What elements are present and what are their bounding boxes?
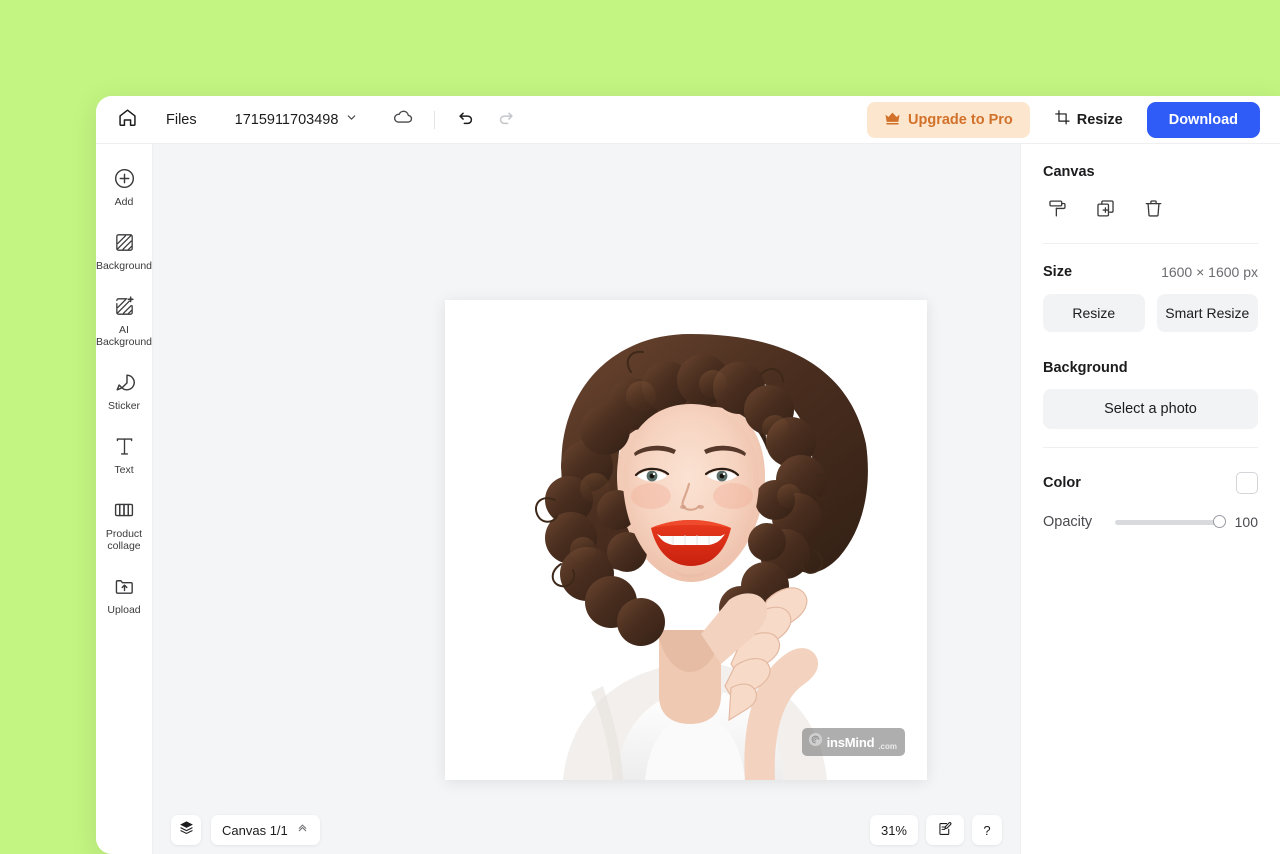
upgrade-to-pro-button[interactable]: Upgrade to Pro: [867, 101, 1030, 138]
insmind-watermark: insMind .com: [801, 728, 905, 756]
fill-tool-button[interactable]: [1043, 197, 1071, 225]
help-button[interactable]: ?: [972, 815, 1002, 845]
document-title: 1715911703498: [234, 111, 339, 128]
size-value: 1600 × 1600 px: [1161, 264, 1258, 280]
opacity-slider-handle[interactable]: [1213, 515, 1226, 528]
hatch-sparkle-icon: [113, 293, 136, 319]
watermark-suffix: .com: [878, 741, 897, 751]
home-icon: [117, 107, 138, 133]
opacity-value: 100: [1234, 514, 1258, 530]
duplicate-tool-button[interactable]: [1091, 197, 1119, 225]
plus-circle-icon: [113, 165, 136, 191]
trash-bin-icon: [1143, 198, 1164, 224]
files-menu[interactable]: Files: [166, 112, 197, 128]
top-toolbar-actions: Upgrade to Pro Resize Download: [867, 101, 1280, 138]
hatch-square-icon: [113, 229, 136, 255]
undo-button[interactable]: [449, 103, 483, 137]
upload-folder-icon: [113, 573, 136, 599]
cloud-save-icon: [392, 106, 414, 133]
sidebar-label-add: Add: [114, 196, 134, 208]
sidebar-label-text: Text: [114, 464, 134, 476]
chevron-down-icon: [345, 111, 358, 129]
sidebar-label-sticker: Sticker: [107, 400, 141, 412]
sidebar-label-ai-background: AI Background: [96, 324, 153, 348]
resize-button-label: Resize: [1076, 111, 1123, 128]
collage-panels-icon: [112, 497, 136, 523]
resize-button[interactable]: Resize: [1044, 101, 1133, 138]
undo-arrow-icon: [456, 107, 476, 132]
cloud-save-button[interactable]: [386, 103, 420, 137]
sidebar-item-ai-background[interactable]: AI Background: [96, 286, 152, 354]
redo-button[interactable]: [489, 103, 523, 137]
download-button[interactable]: Download: [1146, 101, 1260, 138]
sidebar-item-text[interactable]: Text: [96, 426, 152, 482]
duplicate-plus-icon: [1095, 198, 1116, 224]
color-row: Color: [1043, 472, 1258, 494]
crop-frame-icon: [1054, 109, 1071, 130]
home-button[interactable]: [110, 103, 144, 137]
canvas-properties-panel: Canvas Size 1600 × 1600 px Resize Smart …: [1020, 144, 1280, 854]
canvas-work-area[interactable]: insMind .com: [153, 144, 1020, 854]
insmind-spiral-logo-icon: [808, 732, 823, 752]
sidebar-label-product-collage: Product collage: [105, 528, 143, 552]
sticker-peel-icon: [113, 369, 136, 395]
color-label: Color: [1043, 475, 1081, 491]
toolbar-divider: [434, 110, 436, 129]
sidebar-label-background: Background: [96, 260, 153, 272]
opacity-label: Opacity: [1043, 514, 1093, 530]
layers-stack-icon: [178, 819, 195, 841]
color-swatch[interactable]: [1236, 472, 1258, 494]
sidebar-item-sticker[interactable]: Sticker: [96, 362, 152, 418]
left-tool-sidebar: Add Background AI Background Sticker Tex…: [96, 144, 153, 854]
sidebar-item-product-collage[interactable]: Product collage: [96, 490, 152, 558]
opacity-slider[interactable]: [1115, 515, 1226, 528]
text-t-icon: [113, 433, 136, 459]
panel-resize-button[interactable]: Resize: [1043, 294, 1145, 332]
zoom-level-button[interactable]: 31%: [869, 815, 918, 845]
opacity-row: Opacity 100: [1043, 514, 1258, 530]
app-window: Files 1715911703498 Upgrade to Pro Resiz…: [96, 96, 1280, 854]
resize-buttons-row: Resize Smart Resize: [1043, 294, 1258, 332]
select-a-photo-button[interactable]: Select a photo: [1043, 389, 1258, 429]
watermark-text: insMind: [826, 734, 875, 750]
background-section-label: Background: [1043, 360, 1128, 376]
feedback-note-icon: [937, 821, 953, 840]
document-title-dropdown[interactable]: 1715911703498: [235, 111, 359, 129]
sidebar-item-upload[interactable]: Upload: [96, 566, 152, 622]
canvas-tool-row: [1043, 197, 1258, 225]
canvas-image-portrait[interactable]: [445, 300, 927, 780]
smart-resize-button[interactable]: Smart Resize: [1156, 294, 1258, 332]
panel-title: Canvas: [1043, 164, 1095, 180]
redo-arrow-icon: [496, 107, 516, 132]
panel-divider-background: [1043, 447, 1258, 448]
canvas-sheet[interactable]: insMind .com: [445, 300, 927, 780]
layers-button[interactable]: [171, 815, 201, 845]
bottom-status-bar: Canvas 1/1 31% ?: [153, 806, 1020, 854]
canvas-pager[interactable]: Canvas 1/1: [211, 815, 320, 845]
feedback-button[interactable]: [926, 815, 964, 845]
bottom-bar-actions: 31% ?: [869, 815, 1002, 845]
canvas-size-row: Size 1600 × 1600 px: [1043, 264, 1258, 280]
upgrade-to-pro-label: Upgrade to Pro: [908, 111, 1013, 128]
sidebar-label-upload: Upload: [107, 604, 141, 616]
chevron-up-double-icon: [296, 821, 309, 839]
sidebar-item-background[interactable]: Background: [96, 222, 152, 278]
top-toolbar: Files 1715911703498 Upgrade to Pro Resiz…: [96, 96, 1280, 144]
sidebar-item-add[interactable]: Add: [96, 158, 152, 214]
size-label: Size: [1043, 264, 1073, 280]
delete-tool-button[interactable]: [1139, 197, 1167, 225]
canvas-pager-label: Canvas 1/1: [222, 822, 288, 838]
panel-divider-top: [1043, 243, 1258, 244]
crown-icon: [884, 111, 901, 129]
paint-roller-icon: [1047, 198, 1068, 224]
